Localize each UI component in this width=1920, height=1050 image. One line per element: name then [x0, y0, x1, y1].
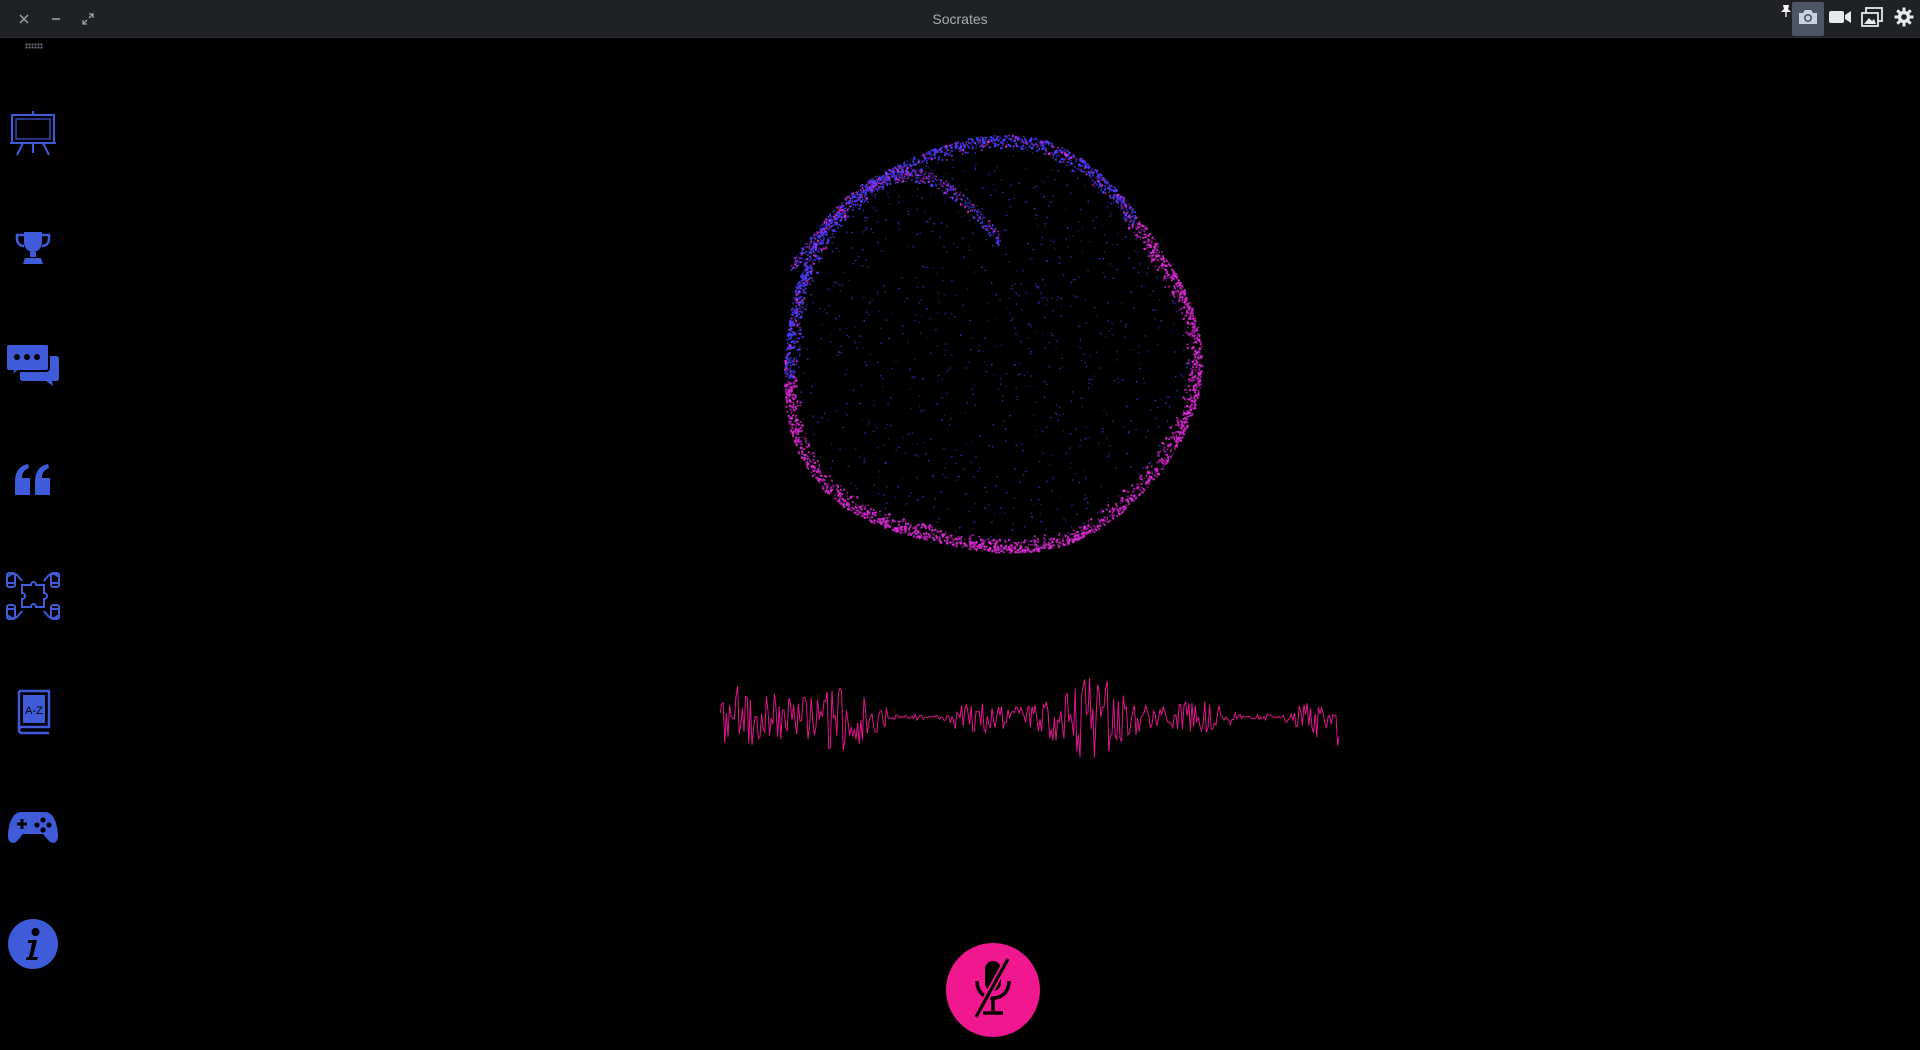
video-camera-icon — [1828, 9, 1852, 30]
quote-icon — [13, 463, 53, 502]
svg-text:A-Z: A-Z — [25, 705, 43, 717]
sidebar-item-games[interactable] — [4, 801, 62, 859]
sidebar-drag-handle[interactable] — [25, 43, 43, 49]
settings-button[interactable] — [1888, 2, 1920, 36]
restore-button[interactable] — [72, 0, 104, 38]
record-video-button[interactable] — [1824, 2, 1856, 36]
title-bar: Socrates — [0, 0, 1920, 38]
gear-icon — [1894, 7, 1914, 32]
gallery-icon — [1861, 6, 1883, 32]
camera-icon — [1797, 8, 1819, 31]
pin-icon[interactable] — [1780, 2, 1792, 36]
sidebar-item-quotes[interactable] — [4, 453, 62, 511]
info-icon — [8, 918, 58, 974]
window-title: Socrates — [932, 11, 988, 27]
dictionary-icon: A-Z — [13, 689, 53, 740]
presentation-icon — [9, 109, 57, 162]
sidebar-item-presentation[interactable] — [4, 106, 62, 164]
sidebar-item-achievements[interactable] — [4, 221, 62, 279]
screenshot-button[interactable] — [1792, 2, 1824, 36]
microphone-toggle-button[interactable] — [946, 943, 1040, 1037]
audio-waveform — [720, 678, 1340, 758]
toolbar — [1780, 0, 1920, 38]
sidebar-item-dictionary[interactable]: A-Z — [4, 685, 62, 743]
window-controls — [8, 0, 104, 38]
voice-orb-visualization — [783, 134, 1204, 554]
chat-icon — [5, 342, 60, 391]
trophy-icon — [13, 228, 53, 273]
sidebar-item-collaboration[interactable] — [4, 569, 62, 627]
microphone-slash-icon — [968, 956, 1018, 1024]
close-button[interactable] — [8, 0, 40, 38]
sidebar-item-about[interactable] — [4, 917, 62, 975]
puzzle-hands-icon — [6, 569, 60, 628]
gallery-button[interactable] — [1856, 2, 1888, 36]
gamepad-icon — [7, 810, 59, 851]
sidebar-item-conversation[interactable] — [4, 337, 62, 395]
minimize-button[interactable] — [40, 0, 72, 38]
